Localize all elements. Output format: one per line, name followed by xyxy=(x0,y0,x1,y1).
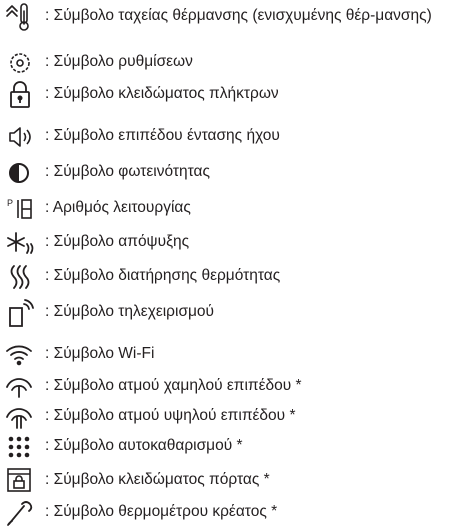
remote-control-icon xyxy=(4,298,36,328)
settings-icon xyxy=(4,48,36,78)
legend-text: : Σύμβολο Wi-Fi xyxy=(45,345,155,362)
legend-text: : Σύμβολο θερμομέτρου κρέατος * xyxy=(45,503,278,520)
volume-icon xyxy=(4,122,36,152)
program-number-icon: P xyxy=(4,194,36,224)
legend-item-rapid-heating: : Σύμβολο ταχείας θέρμανσης (ενισχυμένης… xyxy=(0,2,458,48)
steam-high-icon xyxy=(4,402,36,432)
legend-text: : Σύμβολο απόψυξης xyxy=(45,233,190,250)
legend-text: : Σύμβολο αυτοκαθαρισμού * xyxy=(45,437,243,454)
keep-warm-icon xyxy=(4,262,36,292)
legend-text: : Σύμβολο φωτεινότητας xyxy=(45,163,210,180)
legend-item-keep-warm: : Σύμβολο διατήρησης θερμότητας xyxy=(0,262,458,294)
legend-item-wifi: : Σύμβολο Wi-Fi xyxy=(0,340,458,370)
legend-text: : Σύμβολο ατμού χαμηλού επιπέδου * xyxy=(45,377,302,394)
legend-item-key-lock: : Σύμβολο κλειδώματος πλήκτρων xyxy=(0,80,458,118)
legend-item-settings: : Σύμβολο ρυθμίσεων xyxy=(0,48,458,80)
legend-text: : Σύμβολο ατμού υψηλού επιπέδου * xyxy=(45,407,296,424)
legend-text: : Σύμβολο τηλεχειρισμού xyxy=(45,303,215,320)
legend-item-steam-high: : Σύμβολο ατμού υψηλού επιπέδου * xyxy=(0,402,458,432)
self-cleaning-icon xyxy=(4,432,36,462)
legend-text: : Σύμβολο επιπέδου έντασης ήχου xyxy=(45,127,280,144)
brightness-icon xyxy=(4,158,36,188)
legend-item-steam-low: : Σύμβολο ατμού χαμηλού επιπέδου * xyxy=(0,372,458,402)
legend-text: : Αριθμός λειτουργίας xyxy=(45,199,191,216)
legend-text: : Σύμβολο ρυθμίσεων xyxy=(45,53,193,70)
program-number-letter: P xyxy=(7,198,13,208)
key-lock-icon xyxy=(4,80,36,110)
legend-item-self-cleaning: : Σύμβολο αυτοκαθαρισμού * xyxy=(0,432,458,464)
legend-item-remote-control: : Σύμβολο τηλεχειρισμού xyxy=(0,298,458,336)
door-lock-icon xyxy=(4,466,36,496)
steam-low-icon xyxy=(4,372,36,402)
legend-item-volume: : Σύμβολο επιπέδου έντασης ήχου xyxy=(0,122,458,152)
defrost-icon xyxy=(4,228,36,258)
legend-item-program-number: P : Αριθμός λειτουργίας xyxy=(0,194,458,224)
wifi-icon xyxy=(4,340,36,370)
legend-text: : Σύμβολο διατήρησης θερμότητας xyxy=(45,267,281,284)
symbol-legend-page: { "legend": { "items": [ {"icon": "rapid… xyxy=(0,0,458,528)
legend-item-door-lock: : Σύμβολο κλειδώματος πόρτας * xyxy=(0,466,458,496)
legend-text: : Σύμβολο κλειδώματος πόρτας * xyxy=(45,471,270,488)
meat-probe-icon xyxy=(4,498,36,528)
rapid-heating-icon xyxy=(4,2,36,32)
legend-text: : Σύμβολο ταχείας θέρμανσης (ενισχυμένης… xyxy=(45,7,432,24)
legend-item-meat-probe: : Σύμβολο θερμομέτρου κρέατος * xyxy=(0,498,458,528)
legend-item-defrost: : Σύμβολο απόψυξης xyxy=(0,228,458,258)
legend-item-brightness: : Σύμβολο φωτεινότητας xyxy=(0,158,458,188)
legend-text: : Σύμβολο κλειδώματος πλήκτρων xyxy=(45,85,279,102)
